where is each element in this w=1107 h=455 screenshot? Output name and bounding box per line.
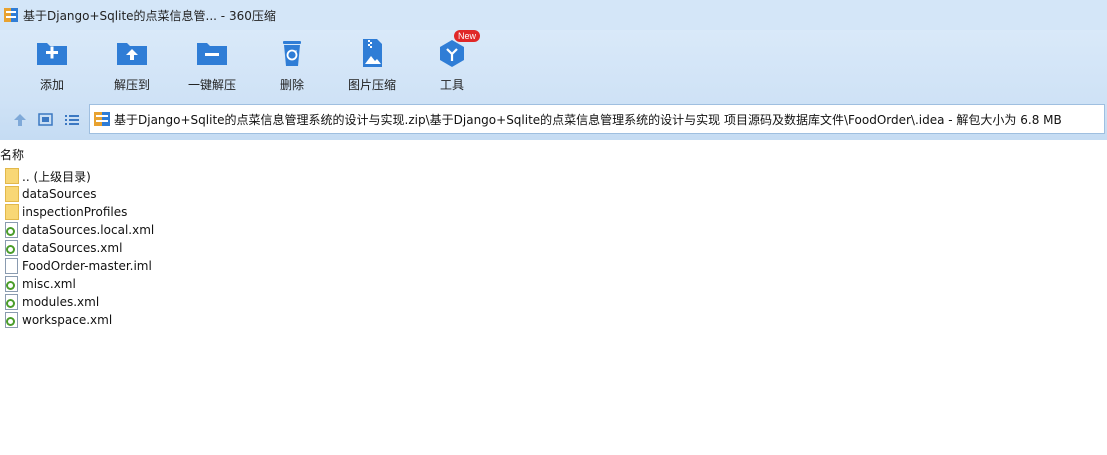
tools-cube-icon: New	[434, 30, 481, 68]
tools-label: 工具	[439, 78, 464, 92]
folder-icon	[5, 186, 19, 202]
list-item[interactable]: dataSources.xml	[0, 239, 400, 257]
toolbar: 添加 解压到 一键解压 删除 图片压缩 New 工具	[0, 30, 1107, 100]
xml-file-icon	[5, 276, 19, 292]
file-name: dataSources.xml	[22, 241, 123, 255]
recycle-bin-icon	[274, 38, 310, 68]
file-name: dataSources.local.xml	[22, 223, 155, 237]
file-list: .. (上级目录) dataSources inspectionProfiles…	[0, 167, 400, 329]
address-bar: 基于Django+Sqlite的点菜信息管理系统的设计与实现.zip\基于Dja…	[0, 100, 1107, 140]
file-name: misc.xml	[22, 277, 76, 291]
archive-icon	[94, 111, 110, 127]
one-click-extract-button[interactable]: 一键解压	[173, 38, 251, 96]
path-text: 基于Django+Sqlite的点菜信息管理系统的设计与实现.zip\基于Dja…	[114, 112, 1062, 127]
delete-button[interactable]: 删除	[253, 38, 331, 96]
list-item[interactable]: inspectionProfiles	[0, 203, 400, 221]
list-item[interactable]: .. (上级目录)	[0, 167, 400, 185]
folder-icon	[5, 204, 19, 220]
list-item[interactable]: misc.xml	[0, 275, 400, 293]
file-name: workspace.xml	[22, 313, 113, 327]
file-name: FoodOrder-master.iml	[22, 259, 152, 273]
folder-icon	[5, 168, 19, 184]
image-compress-button[interactable]: 图片压缩	[333, 38, 411, 96]
document-icon	[5, 258, 19, 274]
thumbnail-view-icon[interactable]	[37, 111, 55, 129]
add-button[interactable]: 添加	[13, 38, 91, 96]
tools-button[interactable]: New 工具	[413, 30, 491, 96]
image-compress-icon	[354, 38, 390, 68]
new-badge: New	[454, 30, 481, 42]
list-item[interactable]: modules.xml	[0, 293, 400, 311]
xml-file-icon	[5, 240, 19, 256]
file-name: inspectionProfiles	[22, 205, 128, 219]
column-header-name[interactable]: 名称	[0, 146, 24, 163]
file-name: .. (上级目录)	[22, 169, 91, 184]
360zip-icon	[4, 8, 18, 22]
list-item[interactable]: FoodOrder-master.iml	[0, 257, 400, 275]
image-compress-label: 图片压缩	[347, 78, 396, 92]
list-item[interactable]: dataSources.local.xml	[0, 221, 400, 239]
add-folder-icon	[34, 38, 70, 68]
xml-file-icon	[5, 294, 19, 310]
one-click-extract-icon	[194, 38, 230, 68]
list-item[interactable]: workspace.xml	[0, 311, 400, 329]
extract-to-icon	[114, 38, 150, 68]
xml-file-icon	[5, 312, 19, 328]
extract-to-button[interactable]: 解压到	[93, 38, 171, 96]
up-arrow-icon[interactable]	[11, 111, 29, 129]
delete-label: 删除	[279, 78, 304, 92]
extract-to-label: 解压到	[113, 78, 150, 92]
file-name: modules.xml	[22, 295, 100, 309]
title-bar: 基于Django+Sqlite的点菜信息管... - 360压缩	[0, 0, 1107, 30]
add-label: 添加	[39, 78, 64, 92]
one-click-extract-label: 一键解压	[187, 78, 236, 92]
file-name: dataSources	[22, 187, 97, 201]
xml-file-icon	[5, 222, 19, 238]
list-view-icon[interactable]	[63, 111, 81, 129]
window-title: 基于Django+Sqlite的点菜信息管... - 360压缩	[23, 8, 276, 23]
path-field[interactable]: 基于Django+Sqlite的点菜信息管理系统的设计与实现.zip\基于Dja…	[89, 104, 1105, 134]
list-item[interactable]: dataSources	[0, 185, 400, 203]
